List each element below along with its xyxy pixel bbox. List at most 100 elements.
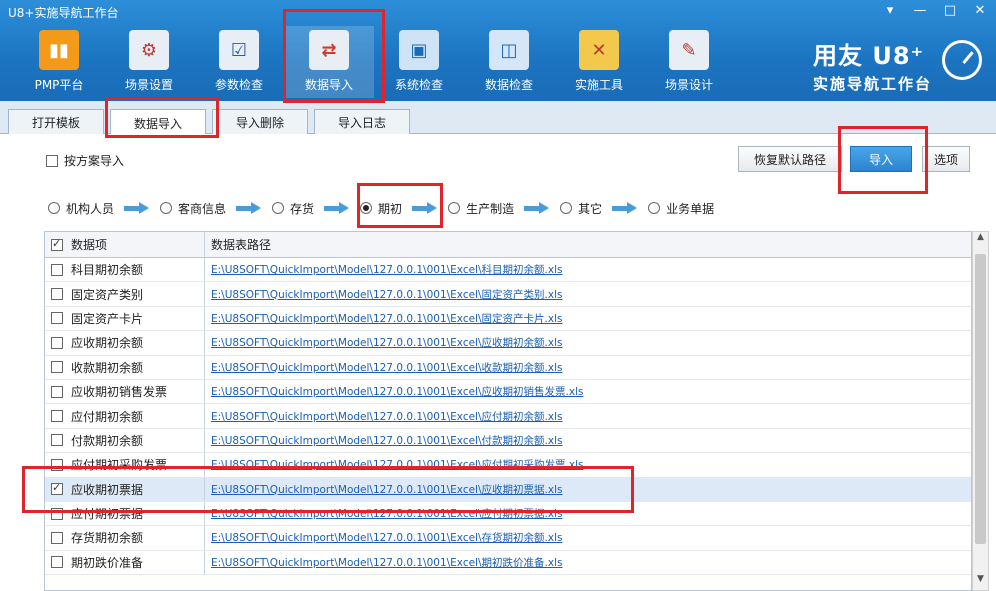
tab-import-log[interactable]: 导入日志	[314, 109, 410, 135]
toolbar-label: PMP平台	[34, 78, 84, 92]
row-path-link[interactable]: E:\U8SOFT\QuickImport\Model\127.0.0.1\00…	[211, 335, 562, 350]
toolbar-param-check[interactable]: ☑ 参数检查	[194, 26, 284, 98]
toolbar-pmp[interactable]: ▮▮ PMP平台	[14, 26, 104, 98]
table-row[interactable]: 应付期初票据 E:\U8SOFT\QuickImport\Model\127.0.…	[45, 501, 971, 527]
row-checkbox[interactable]	[51, 556, 63, 569]
row-path-cell: E:\U8SOFT\QuickImport\Model\127.0.0.1\00…	[205, 453, 971, 476]
row-item-name: 科目期初余额	[71, 263, 144, 278]
table-row[interactable]: 科目期初余额 E:\U8SOFT\QuickImport\Model\127.0.…	[45, 258, 971, 283]
row-path-link[interactable]: E:\U8SOFT\QuickImport\Model\127.0.0.1\00…	[211, 360, 562, 375]
options-button[interactable]: 选项	[922, 146, 970, 172]
row-path-link[interactable]: E:\U8SOFT\QuickImport\Model\127.0.0.1\00…	[211, 287, 562, 302]
row-path-link[interactable]: E:\U8SOFT\QuickImport\Model\127.0.0.1\00…	[211, 482, 562, 497]
row-checkbox[interactable]	[51, 336, 63, 349]
row-item-name: 付款期初余额	[71, 433, 144, 448]
row-checkbox[interactable]	[51, 263, 63, 276]
step-inventory[interactable]: 存货	[272, 200, 314, 217]
row-item-cell: 应付期初余额	[45, 404, 205, 428]
maximize-icon[interactable]: □	[942, 3, 958, 18]
plan-import-option[interactable]: 按方案导入	[46, 152, 124, 169]
arrow-right-icon	[236, 202, 262, 214]
radio[interactable]	[560, 202, 573, 214]
row-checkbox[interactable]	[51, 507, 63, 520]
row-item-name: 应付期初采购发票	[71, 458, 168, 473]
step-manufacturing[interactable]: 生产制造	[448, 200, 514, 217]
import-button[interactable]: 导入	[850, 146, 912, 172]
row-path-link[interactable]: E:\U8SOFT\QuickImport\Model\127.0.0.1\00…	[211, 555, 562, 570]
table-row[interactable]: 收款期初余额 E:\U8SOFT\QuickImport\Model\127.0.…	[45, 355, 971, 380]
step-org-staff[interactable]: 机构人员	[48, 200, 114, 217]
toolbar-scene-design[interactable]: ✎ 场景设计	[644, 26, 734, 98]
table-row[interactable]: 应付期初采购发票 E:\U8SOFT\QuickImport\Model\127.…	[45, 453, 971, 478]
row-path-link[interactable]: E:\U8SOFT\QuickImport\Model\127.0.0.1\00…	[211, 506, 562, 521]
menu-dropdown-icon[interactable]: ▾	[882, 3, 898, 18]
table-row[interactable]: 固定资产卡片 E:\U8SOFT\QuickImport\Model\127.0.…	[45, 306, 971, 332]
row-item-name: 存货期初余额	[71, 531, 144, 546]
plan-import-checkbox[interactable]	[46, 154, 58, 167]
radio-selected[interactable]	[360, 202, 373, 214]
table-row[interactable]: 应收期初票据 E:\U8SOFT\QuickImport\Model\127.0.…	[45, 477, 971, 502]
row-checkbox[interactable]	[51, 410, 63, 423]
close-icon[interactable]: ✕	[972, 3, 988, 18]
plan-import-label: 按方案导入	[64, 154, 125, 168]
toolbar-data-import[interactable]: ⇄ 数据导入	[284, 26, 374, 98]
scroll-down-icon[interactable]: ▼	[973, 574, 988, 590]
step-opening[interactable]: 期初	[360, 200, 402, 217]
select-all-checkbox[interactable]	[51, 237, 63, 251]
table-row[interactable]: 期初跌价准备 E:\U8SOFT\QuickImport\Model\127.0.…	[45, 550, 971, 576]
scroll-thumb[interactable]	[975, 254, 986, 544]
row-path-link[interactable]: E:\U8SOFT\QuickImport\Model\127.0.0.1\00…	[211, 409, 562, 424]
toolbar-data-check[interactable]: ◫ 数据检查	[464, 26, 554, 98]
toolbar-label: 场景设计	[664, 78, 713, 92]
row-checkbox[interactable]	[51, 312, 63, 325]
table-row[interactable]: 应收期初余额 E:\U8SOFT\QuickImport\Model\127.0.…	[45, 331, 971, 356]
step-business-docs[interactable]: 业务单据	[648, 200, 714, 217]
step-customer-vendor[interactable]: 客商信息	[160, 200, 226, 217]
step-other[interactable]: 其它	[560, 200, 602, 217]
restore-default-path-button[interactable]: 恢复默认路径	[738, 146, 842, 172]
toolbar-scene-settings[interactable]: ⚙ 场景设置	[104, 26, 194, 98]
row-item-cell: 付款期初余额	[45, 428, 205, 453]
row-checkbox[interactable]	[51, 288, 63, 301]
radio[interactable]	[48, 202, 60, 214]
minimize-icon[interactable]: —	[912, 3, 928, 18]
radio[interactable]	[648, 202, 661, 214]
row-item-cell: 固定资产卡片	[45, 306, 205, 331]
row-checkbox[interactable]	[51, 458, 63, 471]
table-row[interactable]: 应收期初销售发票 E:\U8SOFT\QuickImport\Model\127.…	[45, 379, 971, 405]
row-checkbox[interactable]	[51, 385, 63, 398]
brand-line2: 实施导航工作台	[812, 75, 932, 93]
row-item-name: 固定资产类别	[71, 287, 144, 302]
radio[interactable]	[448, 202, 461, 214]
row-path-cell: E:\U8SOFT\QuickImport\Model\127.0.0.1\00…	[205, 526, 971, 549]
tab-data-import[interactable]: 数据导入	[110, 109, 206, 136]
tab-import-delete[interactable]: 导入删除	[212, 109, 308, 135]
category-steps: 机构人员 客商信息 存货 期初 生产制造 其它 业务单据	[48, 198, 714, 218]
header-data-item: 数据项	[45, 232, 205, 257]
scroll-up-icon[interactable]: ▲	[973, 232, 988, 248]
row-path-link[interactable]: E:\U8SOFT\QuickImport\Model\127.0.0.1\00…	[211, 530, 562, 545]
radio[interactable]	[272, 202, 285, 214]
tab-open-template[interactable]: 打开模板	[8, 109, 104, 135]
brand-logo: 用友 U8⁺ 实施导航工作台	[813, 36, 932, 94]
row-item-name: 固定资产卡片	[71, 311, 144, 326]
row-checkbox[interactable]	[51, 361, 63, 374]
vertical-scrollbar[interactable]: ▲ ▼	[972, 231, 989, 591]
row-path-link[interactable]: E:\U8SOFT\QuickImport\Model\127.0.0.1\00…	[211, 457, 583, 472]
row-item-cell: 期初跌价准备	[45, 550, 205, 575]
row-path-link[interactable]: E:\U8SOFT\QuickImport\Model\127.0.0.1\00…	[211, 384, 583, 399]
row-path-link[interactable]: E:\U8SOFT\QuickImport\Model\127.0.0.1\00…	[211, 433, 562, 448]
radio[interactable]	[160, 202, 173, 214]
row-checkbox[interactable]	[51, 481, 63, 496]
toolbar-system-check[interactable]: ▣ 系统检查	[374, 26, 464, 98]
table-row[interactable]: 应付期初余额 E:\U8SOFT\QuickImport\Model\127.0.…	[45, 404, 971, 429]
table-row[interactable]: 固定资产类别 E:\U8SOFT\QuickImport\Model\127.0.…	[45, 282, 971, 307]
table-row[interactable]: 付款期初余额 E:\U8SOFT\QuickImport\Model\127.0.…	[45, 428, 971, 454]
row-path-link[interactable]: E:\U8SOFT\QuickImport\Model\127.0.0.1\00…	[211, 262, 562, 277]
row-path-link[interactable]: E:\U8SOFT\QuickImport\Model\127.0.0.1\00…	[211, 311, 562, 326]
row-checkbox[interactable]	[51, 434, 63, 447]
table-row[interactable]: 存货期初余额 E:\U8SOFT\QuickImport\Model\127.0.…	[45, 526, 971, 551]
row-checkbox[interactable]	[51, 531, 63, 544]
toolbar-tools[interactable]: ✕ 实施工具	[554, 26, 644, 98]
row-path-cell: E:\U8SOFT\QuickImport\Model\127.0.0.1\00…	[205, 429, 971, 452]
